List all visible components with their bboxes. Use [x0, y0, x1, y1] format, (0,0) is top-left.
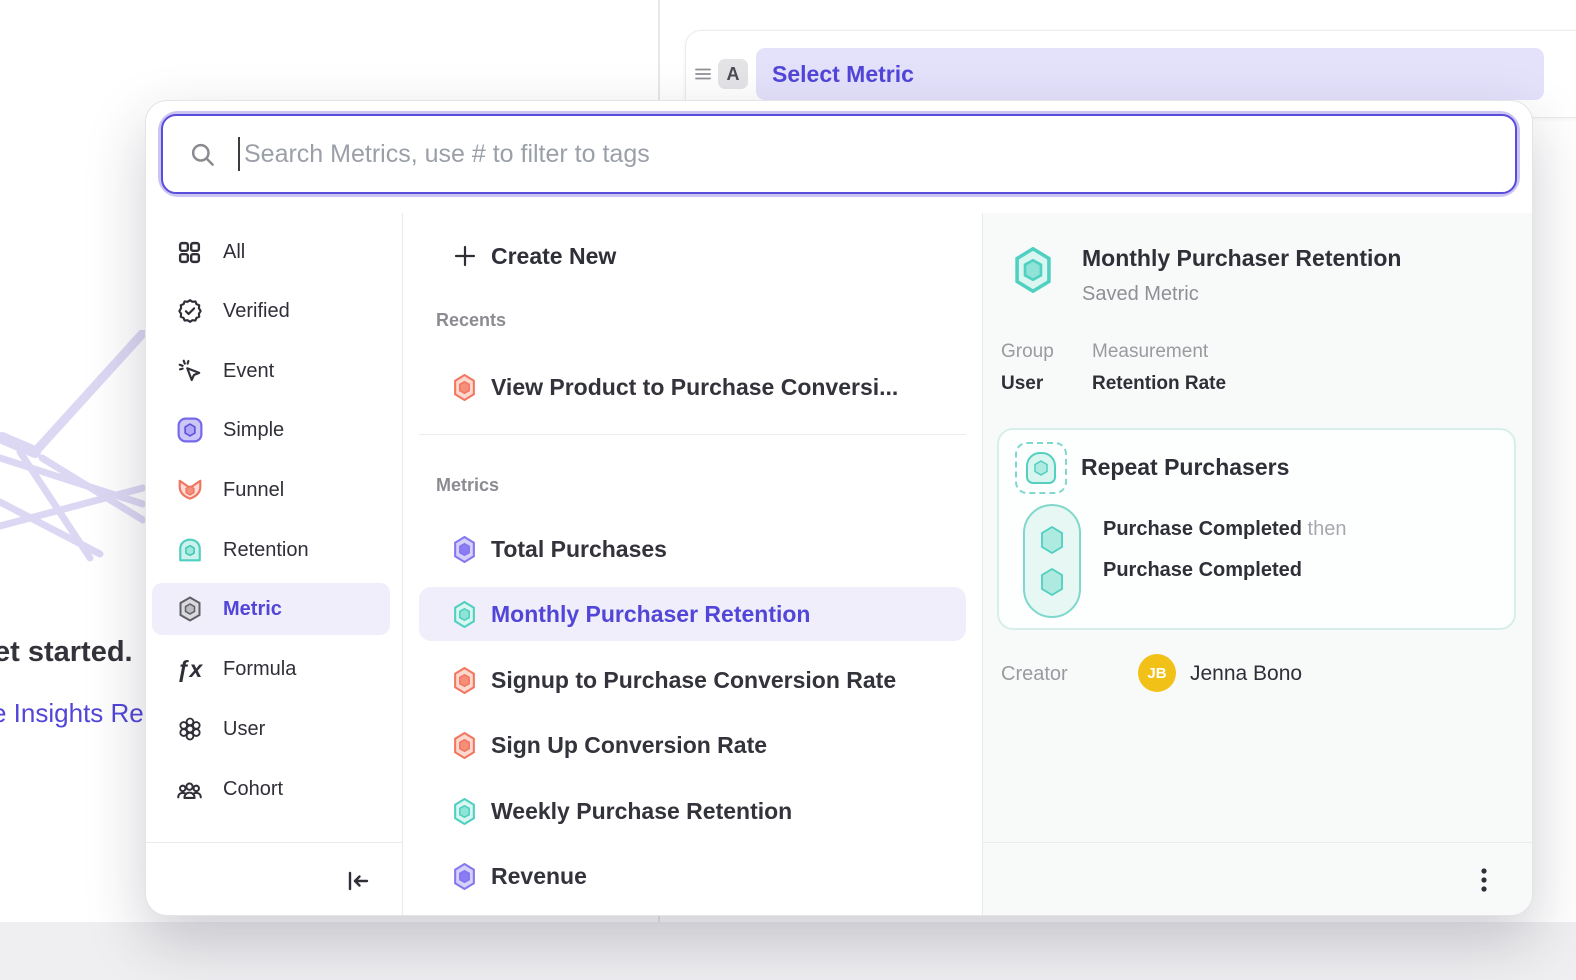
sidebar-item-formula[interactable]: ƒx Formula	[152, 643, 390, 695]
sidebar-item-label: All	[223, 241, 245, 264]
decorative-chart-lines	[0, 330, 145, 590]
metric-item-label: Monthly Purchaser Retention	[491, 601, 810, 628]
recent-item-label: View Product to Purchase Conversi...	[491, 374, 898, 401]
grid-icon	[176, 239, 203, 266]
sidebar-item-user[interactable]: User	[152, 703, 390, 755]
metric-item-label: Weekly Purchase Retention	[491, 798, 792, 825]
sidebar-item-label: Formula	[223, 658, 296, 681]
metric-item-label: Sign Up Conversion Rate	[491, 732, 767, 759]
sidebar-item-label: Verified	[223, 300, 290, 323]
select-metric-label: Select Metric	[772, 61, 914, 88]
metric-detail-panel: Monthly Purchaser Retention Saved Metric…	[982, 213, 1532, 915]
metric-item[interactable]: Total Purchases	[419, 522, 966, 576]
sidebar-item-retention[interactable]: Retention	[152, 524, 390, 576]
sidebar-item-label: Retention	[223, 539, 309, 562]
group-label: Group	[1001, 341, 1054, 363]
definition-step-1: Purchase Completed then	[1103, 518, 1346, 541]
create-new-label: Create New	[491, 243, 616, 270]
event-hexagon-icon	[1039, 567, 1065, 597]
verified-badge-icon	[176, 298, 203, 325]
recents-header: Recents	[436, 310, 506, 331]
sidebar-item-label: Simple	[223, 419, 284, 442]
search-input[interactable]	[240, 140, 1489, 169]
sidebar-item-funnel[interactable]: Funnel	[152, 464, 390, 516]
list-divider	[419, 434, 966, 435]
saved-cohort-icon	[1015, 442, 1067, 494]
sidebar-item-label: User	[223, 718, 265, 741]
background-report-link-fragment[interactable]: e Insights Re	[0, 698, 144, 729]
cursor-click-icon	[176, 358, 203, 385]
simple-hexagon-icon	[176, 417, 203, 444]
metric-picker-modal: All Verified Event	[145, 100, 1533, 916]
detail-title: Monthly Purchaser Retention	[1082, 245, 1401, 272]
search-bar	[158, 111, 1520, 197]
metric-item[interactable]: Signup to Purchase Conversion Rate	[419, 653, 966, 707]
creator-avatar: JB	[1138, 654, 1176, 692]
event-sequence-capsule	[1023, 504, 1081, 618]
background-heading-fragment: et started.	[0, 636, 133, 669]
event-metric-icon	[453, 863, 476, 890]
user-flower-icon	[176, 716, 203, 743]
sidebar-item-event[interactable]: Event	[152, 345, 390, 397]
recent-item[interactable]: View Product to Purchase Conversi...	[419, 360, 966, 414]
results-list: Create New Recents View Product to Purch…	[403, 213, 982, 915]
sidebar-footer	[146, 842, 402, 916]
row-letter-badge: A	[718, 59, 748, 89]
metric-hexagon-icon	[176, 596, 203, 623]
search-icon	[189, 141, 216, 168]
metric-item[interactable]: Revenue	[419, 849, 966, 903]
metrics-header: Metrics	[436, 475, 499, 496]
detail-subtitle: Saved Metric	[1082, 283, 1199, 306]
step-connector: then	[1308, 518, 1347, 540]
metric-item[interactable]: Weekly Purchase Retention	[419, 784, 966, 838]
sidebar-item-verified[interactable]: Verified	[152, 285, 390, 337]
event-hexagon-icon	[1039, 525, 1065, 555]
detail-footer	[983, 842, 1532, 916]
metric-item[interactable]: Sign Up Conversion Rate	[419, 718, 966, 772]
sidebar-item-simple[interactable]: Simple	[152, 404, 390, 456]
sidebar-item-label: Event	[223, 360, 274, 383]
retention-metric-icon	[453, 798, 476, 825]
definition-step-2: Purchase Completed	[1103, 559, 1302, 582]
measurement-label: Measurement	[1092, 341, 1208, 363]
metric-item-label: Signup to Purchase Conversion Rate	[491, 667, 896, 694]
filter-sidebar: All Verified Event	[146, 213, 403, 915]
collapse-panel-icon[interactable]	[344, 867, 372, 895]
sidebar-item-label: Metric	[223, 598, 282, 621]
event-metric-icon	[453, 536, 476, 563]
kebab-menu-icon[interactable]	[1470, 865, 1498, 895]
plus-icon	[453, 244, 477, 268]
select-metric-field[interactable]: Select Metric	[756, 48, 1544, 100]
group-value: User	[1001, 373, 1043, 395]
sidebar-item-cohort[interactable]: Cohort	[152, 763, 390, 815]
sidebar-item-label: Cohort	[223, 778, 283, 801]
retention-metric-icon	[453, 601, 476, 628]
metric-definition-card: Repeat Purchasers Purchase Completed the…	[997, 428, 1516, 630]
create-new-button[interactable]: Create New	[419, 229, 966, 283]
cohort-people-icon	[176, 776, 203, 803]
definition-name: Repeat Purchasers	[1081, 454, 1289, 481]
formula-fx-icon: ƒx	[176, 656, 203, 683]
background-bottom-strip	[0, 922, 1576, 980]
funnel-metric-icon	[453, 732, 476, 759]
retention-arch-icon	[176, 537, 203, 564]
sidebar-item-label: Funnel	[223, 479, 284, 502]
search-field-wrap[interactable]	[161, 114, 1517, 194]
creator-name: Jenna Bono	[1190, 662, 1302, 686]
drag-handle-icon[interactable]	[694, 65, 712, 83]
funnel-icon	[176, 477, 203, 504]
sidebar-item-metric[interactable]: Metric	[152, 583, 390, 635]
metric-item-selected[interactable]: Monthly Purchaser Retention	[419, 587, 966, 641]
funnel-metric-icon	[453, 667, 476, 694]
metric-item-label: Revenue	[491, 863, 587, 890]
retention-metric-icon-large	[1013, 247, 1053, 293]
metric-item-label: Total Purchases	[491, 536, 667, 563]
measurement-value: Retention Rate	[1092, 373, 1226, 395]
creator-label: Creator	[1001, 663, 1068, 686]
funnel-metric-icon	[453, 374, 476, 401]
sidebar-item-all[interactable]: All	[152, 226, 390, 278]
